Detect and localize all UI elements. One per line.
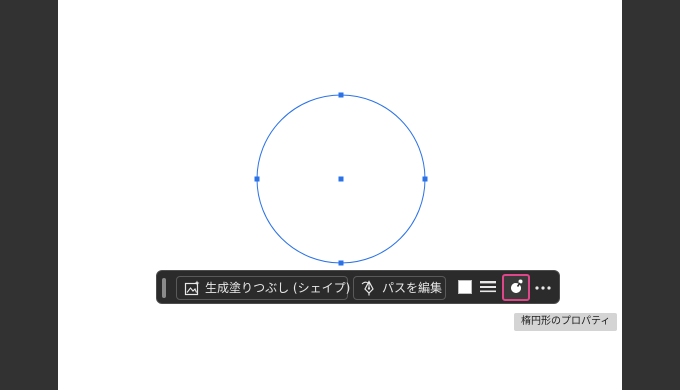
center-point <box>338 176 344 182</box>
pen-path-icon <box>361 280 377 296</box>
fill-swatch[interactable] <box>458 280 472 294</box>
more-dots-icon[interactable] <box>534 280 552 294</box>
contextual-taskbar: 生成塗りつぶし (シェイプ) パスを編集 <box>156 270 560 304</box>
ellipse-selection[interactable] <box>0 0 680 390</box>
anchor-left[interactable] <box>254 176 260 182</box>
anchor-bottom[interactable] <box>338 260 344 266</box>
stroke-lines-icon[interactable] <box>479 279 497 295</box>
edit-path-button[interactable]: パスを編集 <box>353 276 446 300</box>
anchor-right[interactable] <box>422 176 428 182</box>
ellipse-properties-button[interactable] <box>502 274 530 301</box>
taskbar-drag-handle[interactable] <box>162 278 166 298</box>
generative-fill-label: 生成塗りつぶし (シェイプ) <box>205 281 351 295</box>
properties-tooltip: 楕円形のプロパティ <box>514 313 618 331</box>
edit-path-label: パスを編集 <box>382 281 443 295</box>
anchor-top[interactable] <box>338 92 344 98</box>
ellipse-properties-icon <box>508 278 524 298</box>
generative-fill-icon <box>184 280 200 296</box>
generative-fill-button[interactable]: 生成塗りつぶし (シェイプ) <box>176 276 351 300</box>
